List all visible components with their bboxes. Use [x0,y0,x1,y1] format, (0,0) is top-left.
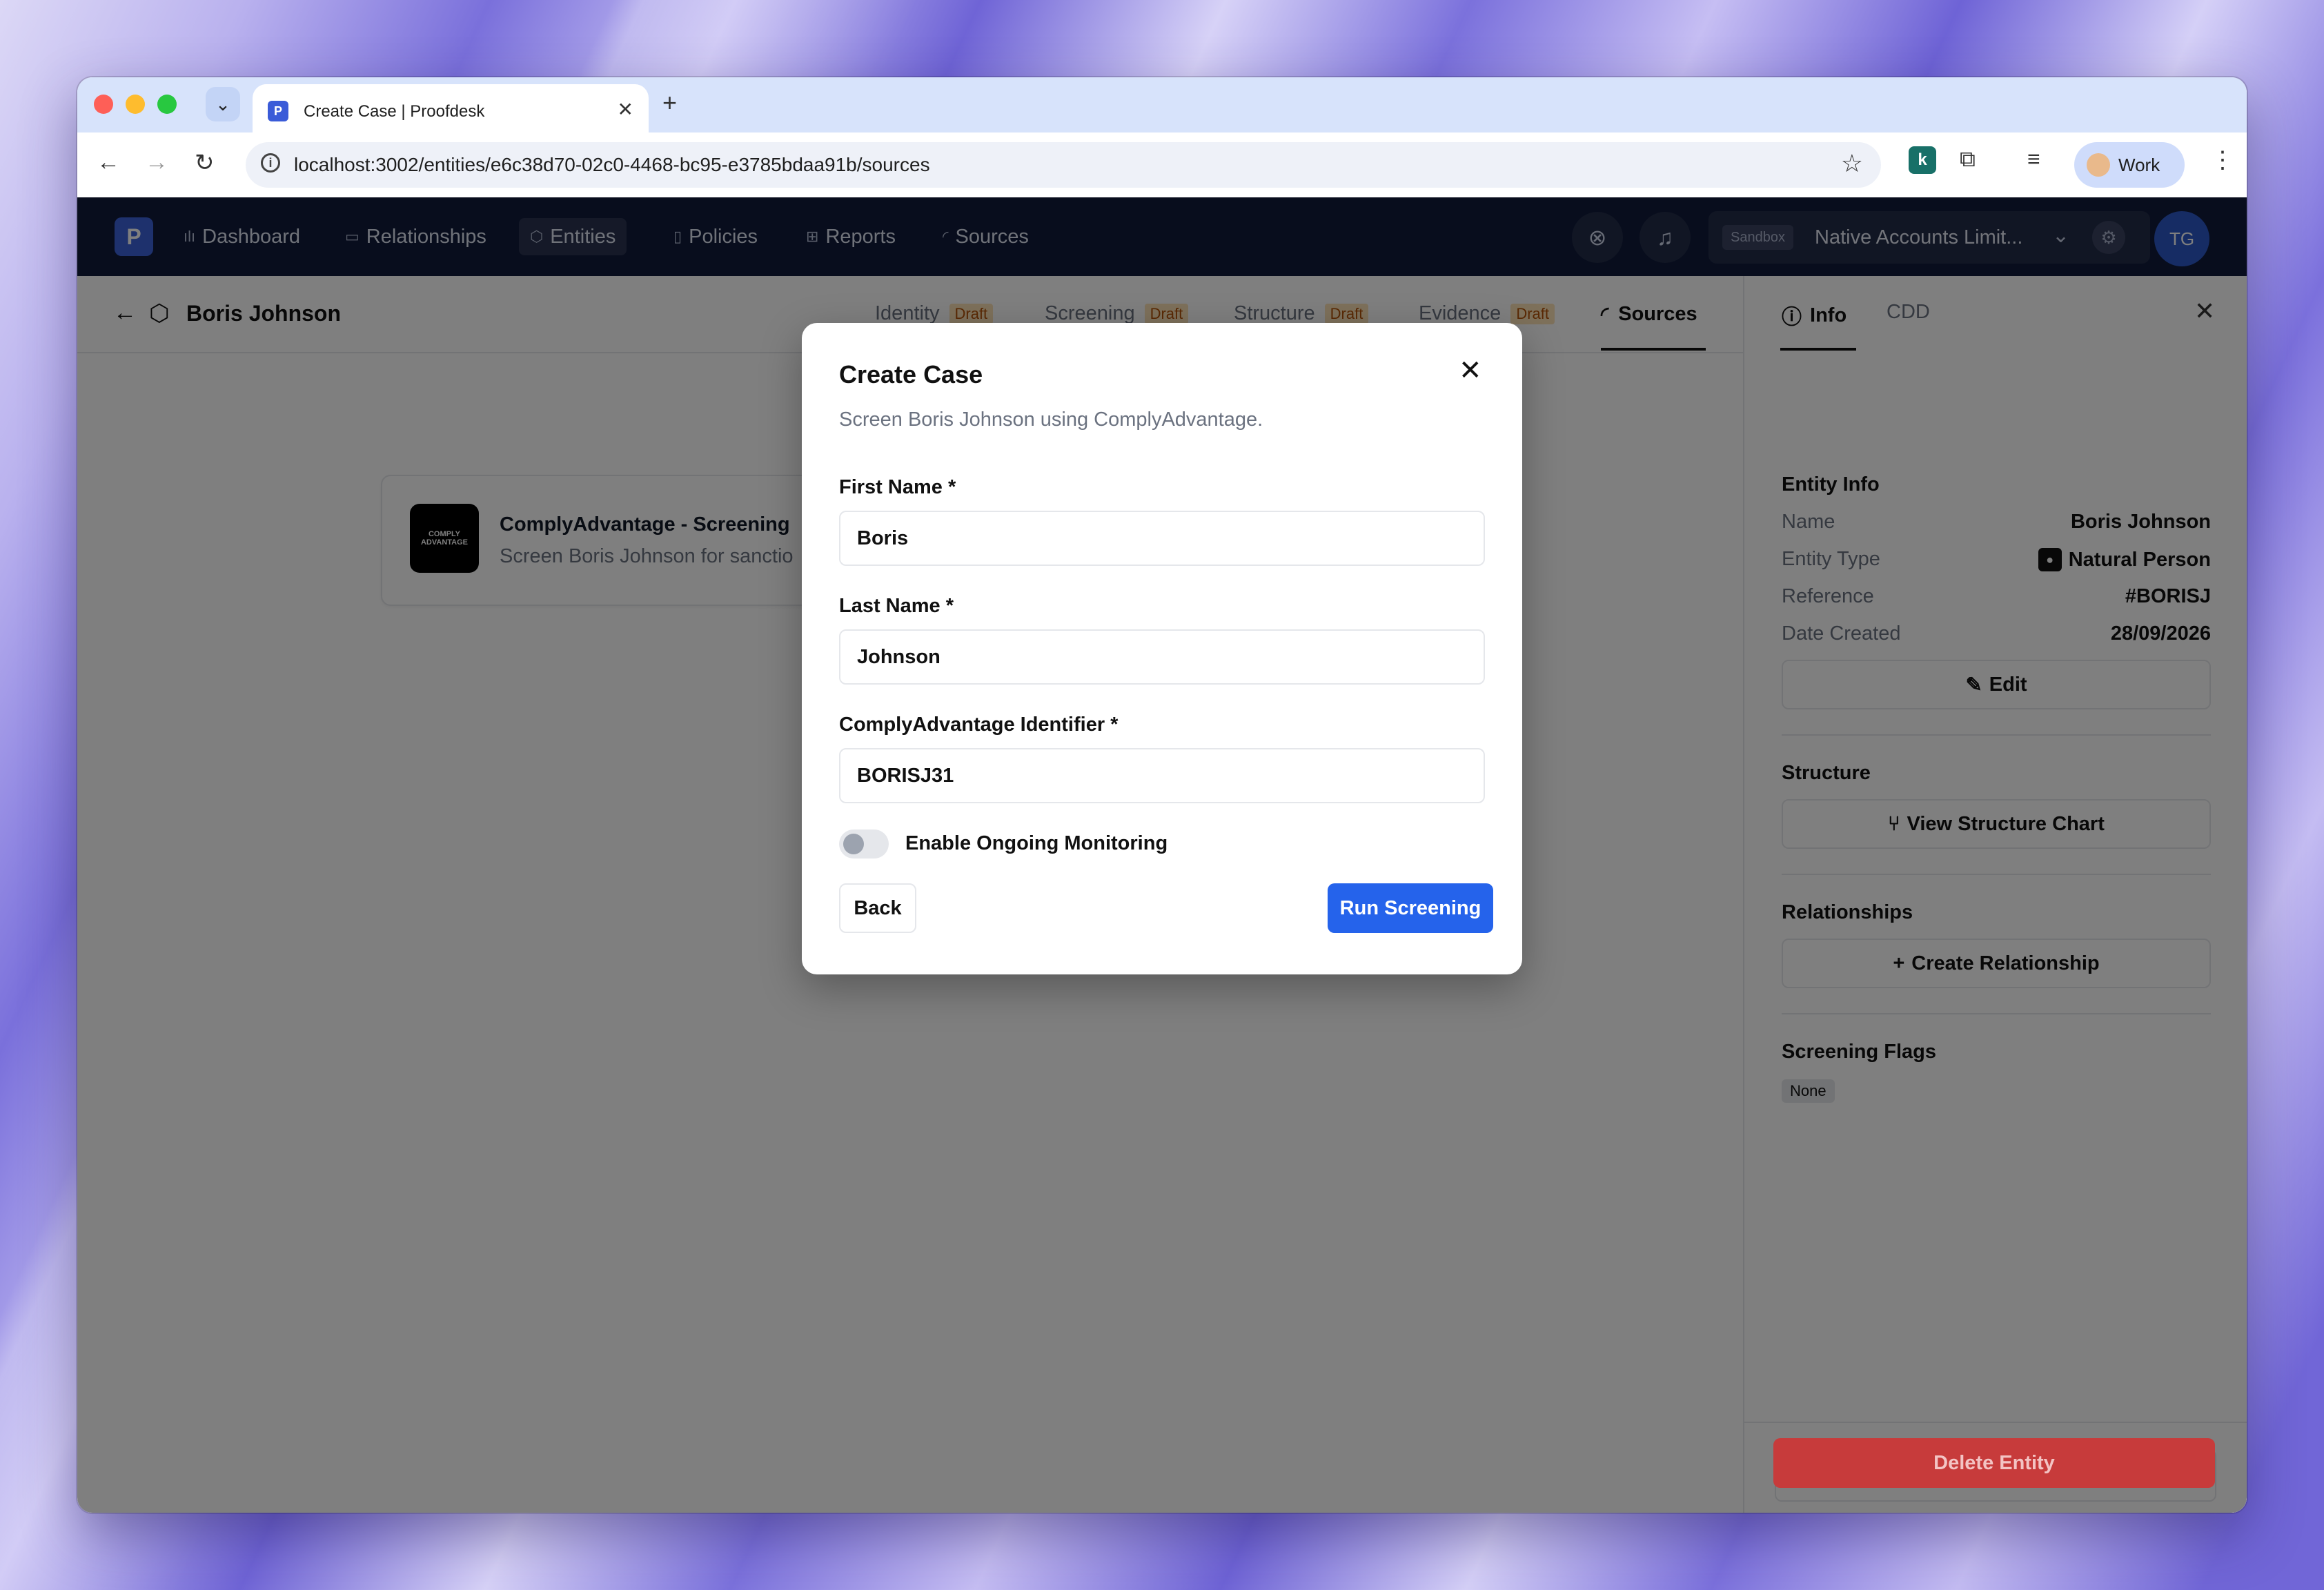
minimize-window-button[interactable] [126,95,145,114]
bookmark-star-icon[interactable]: ☆ [1841,149,1863,178]
profile-button[interactable]: Work [2074,142,2185,188]
browser-window: ⌄ P Create Case | Proofdesk ✕ + ← → ↻ i … [77,77,2247,1513]
url-text: localhost:3002/entities/e6c38d70-02c0-44… [294,154,930,175]
extension-icon[interactable]: k [1909,146,1936,174]
close-tab-icon[interactable]: ✕ [618,98,633,121]
site-info-icon[interactable]: i [261,153,280,173]
proofdesk-favicon-icon: P [268,101,288,121]
tab-strip: ⌄ P Create Case | Proofdesk ✕ + [77,77,2247,134]
reading-list-icon[interactable]: ≡ [2027,146,2040,172]
browser-toolbar: ← → ↻ i localhost:3002/entities/e6c38d70… [77,132,2247,197]
maximize-window-button[interactable] [157,95,177,114]
reload-icon[interactable]: ↻ [195,149,215,177]
profile-label: Work [2118,154,2160,175]
back-arrow-icon[interactable]: ← [97,149,120,176]
close-window-button[interactable] [94,95,113,114]
address-bar[interactable]: i localhost:3002/entities/e6c38d70-02c0-… [246,142,1881,188]
forward-arrow-icon[interactable]: → [145,149,168,176]
tab-search-chevron-icon[interactable]: ⌄ [206,87,240,121]
extensions-puzzle-icon[interactable]: ⧉ [1960,146,1976,173]
profile-avatar [2087,153,2110,177]
modal-backdrop[interactable] [77,197,2247,1513]
browser-tab-active[interactable]: P Create Case | Proofdesk ✕ [253,84,649,134]
browser-menu-icon[interactable]: ⋮ [2211,146,2234,174]
new-tab-icon[interactable]: + [662,88,677,117]
tab-title: Create Case | Proofdesk [304,102,485,121]
